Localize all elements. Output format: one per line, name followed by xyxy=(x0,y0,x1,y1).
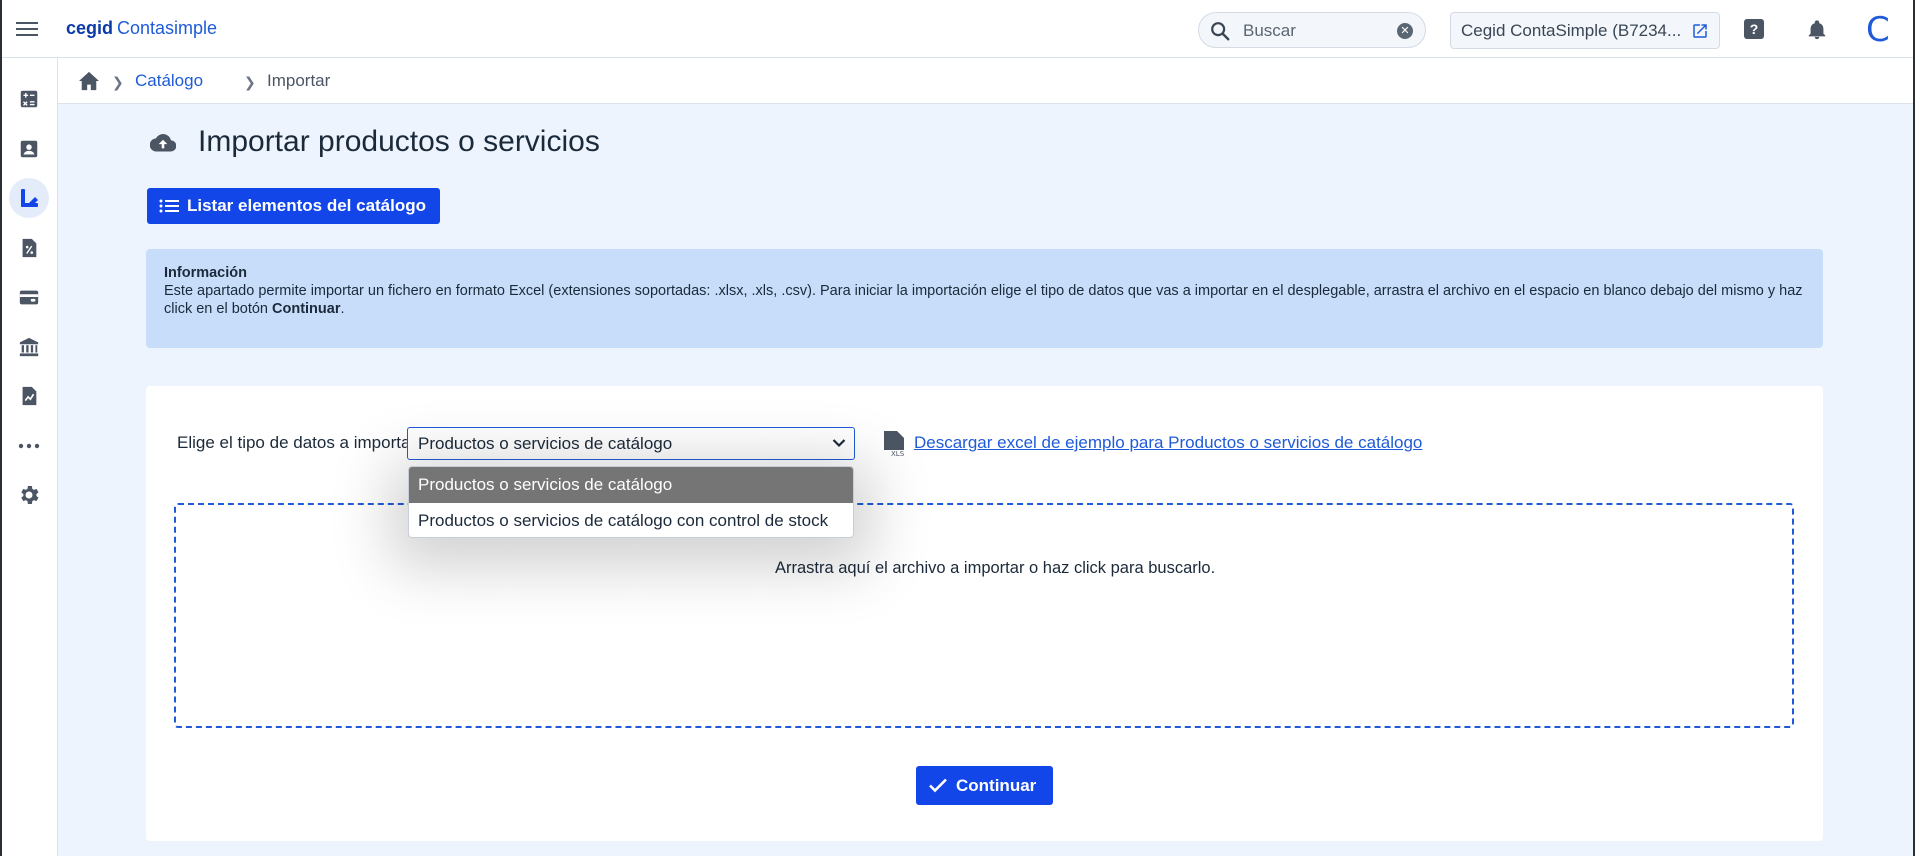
data-type-dropdown: Productos o servicios de catálogo Produc… xyxy=(408,466,854,538)
info-text-bold: Continuar xyxy=(272,301,341,317)
dropdown-option-catalog[interactable]: Productos o servicios de catálogo xyxy=(409,467,853,503)
more-icon[interactable] xyxy=(9,426,49,466)
chevron-right-icon: ❯ xyxy=(244,74,256,90)
search-icon xyxy=(1211,22,1230,41)
list-catalog-button[interactable]: Listar elementos del catálogo xyxy=(147,188,440,224)
data-type-select[interactable]: Productos o servicios de catálogo xyxy=(407,427,855,460)
info-title: Información xyxy=(164,265,247,281)
catalog-icon[interactable] xyxy=(9,178,49,218)
download-example-link[interactable]: Descargar excel de ejemplo para Producto… xyxy=(914,433,1422,453)
data-type-label: Elige el tipo de datos a importar: xyxy=(177,433,421,452)
dropzone-text: Arrastra aquí el archivo a importar o ha… xyxy=(775,559,1216,577)
list-catalog-label: Listar elementos del catálogo xyxy=(187,196,427,215)
brand-rest: Contasimple xyxy=(117,18,218,38)
page-title: Importar productos o servicios xyxy=(198,125,600,158)
info-text-end: . xyxy=(340,301,345,317)
chart-report-icon[interactable] xyxy=(9,376,49,416)
menu-icon[interactable] xyxy=(16,18,40,40)
chevron-right-icon: ❯ xyxy=(112,74,124,90)
breadcrumb-current: Importar xyxy=(267,71,331,90)
chevron-down-icon xyxy=(832,439,846,448)
breadcrumb-catalog-link[interactable]: Catálogo xyxy=(135,71,203,91)
home-icon[interactable] xyxy=(78,71,100,91)
search-input[interactable] xyxy=(1243,19,1393,43)
calculator-icon[interactable] xyxy=(9,79,49,119)
breadcrumb: ❯ Catálogo ❯ Importar xyxy=(58,58,1915,104)
bell-icon[interactable] xyxy=(1806,18,1828,42)
info-box: Información Este apartado permite import… xyxy=(146,249,1823,348)
top-bar: cegidContasimple ✕ Cegid ContaSimple (B7… xyxy=(0,0,1915,58)
avatar[interactable]: C xyxy=(1866,10,1890,50)
data-type-selected-value: Productos o servicios de catálogo xyxy=(418,434,673,453)
check-icon xyxy=(929,778,947,793)
search-box: ✕ xyxy=(1198,12,1426,48)
external-link-icon[interactable] xyxy=(1691,22,1709,40)
sidebar xyxy=(0,58,58,856)
dropdown-option-catalog-stock[interactable]: Productos o servicios de catálogo con co… xyxy=(409,503,853,537)
invoice-percent-icon[interactable] xyxy=(9,228,49,268)
cloud-upload-icon xyxy=(150,134,176,152)
company-name: Cegid ContaSimple (B7234... xyxy=(1461,21,1682,40)
continue-button[interactable]: Continuar xyxy=(916,766,1053,805)
help-icon[interactable]: ? xyxy=(1744,19,1764,39)
xls-file-icon: XLS xyxy=(884,431,905,458)
brand-bold: cegid xyxy=(66,18,114,38)
contacts-icon[interactable] xyxy=(9,129,49,169)
clear-search-icon[interactable]: ✕ xyxy=(1397,23,1413,39)
list-icon xyxy=(159,199,179,213)
info-text-main: Este apartado permite importar un ficher… xyxy=(164,283,1803,317)
settings-icon[interactable] xyxy=(9,475,49,515)
continue-label: Continuar xyxy=(956,775,1037,795)
xls-file-label: XLS xyxy=(891,450,905,458)
wallet-icon[interactable] xyxy=(9,277,49,317)
bank-icon[interactable] xyxy=(9,327,49,367)
info-text: Este apartado permite importar un ficher… xyxy=(164,282,1805,318)
brand-logo[interactable]: cegid Contasimple xyxy=(66,18,217,39)
company-selector[interactable]: Cegid ContaSimple (B7234... xyxy=(1450,12,1720,49)
